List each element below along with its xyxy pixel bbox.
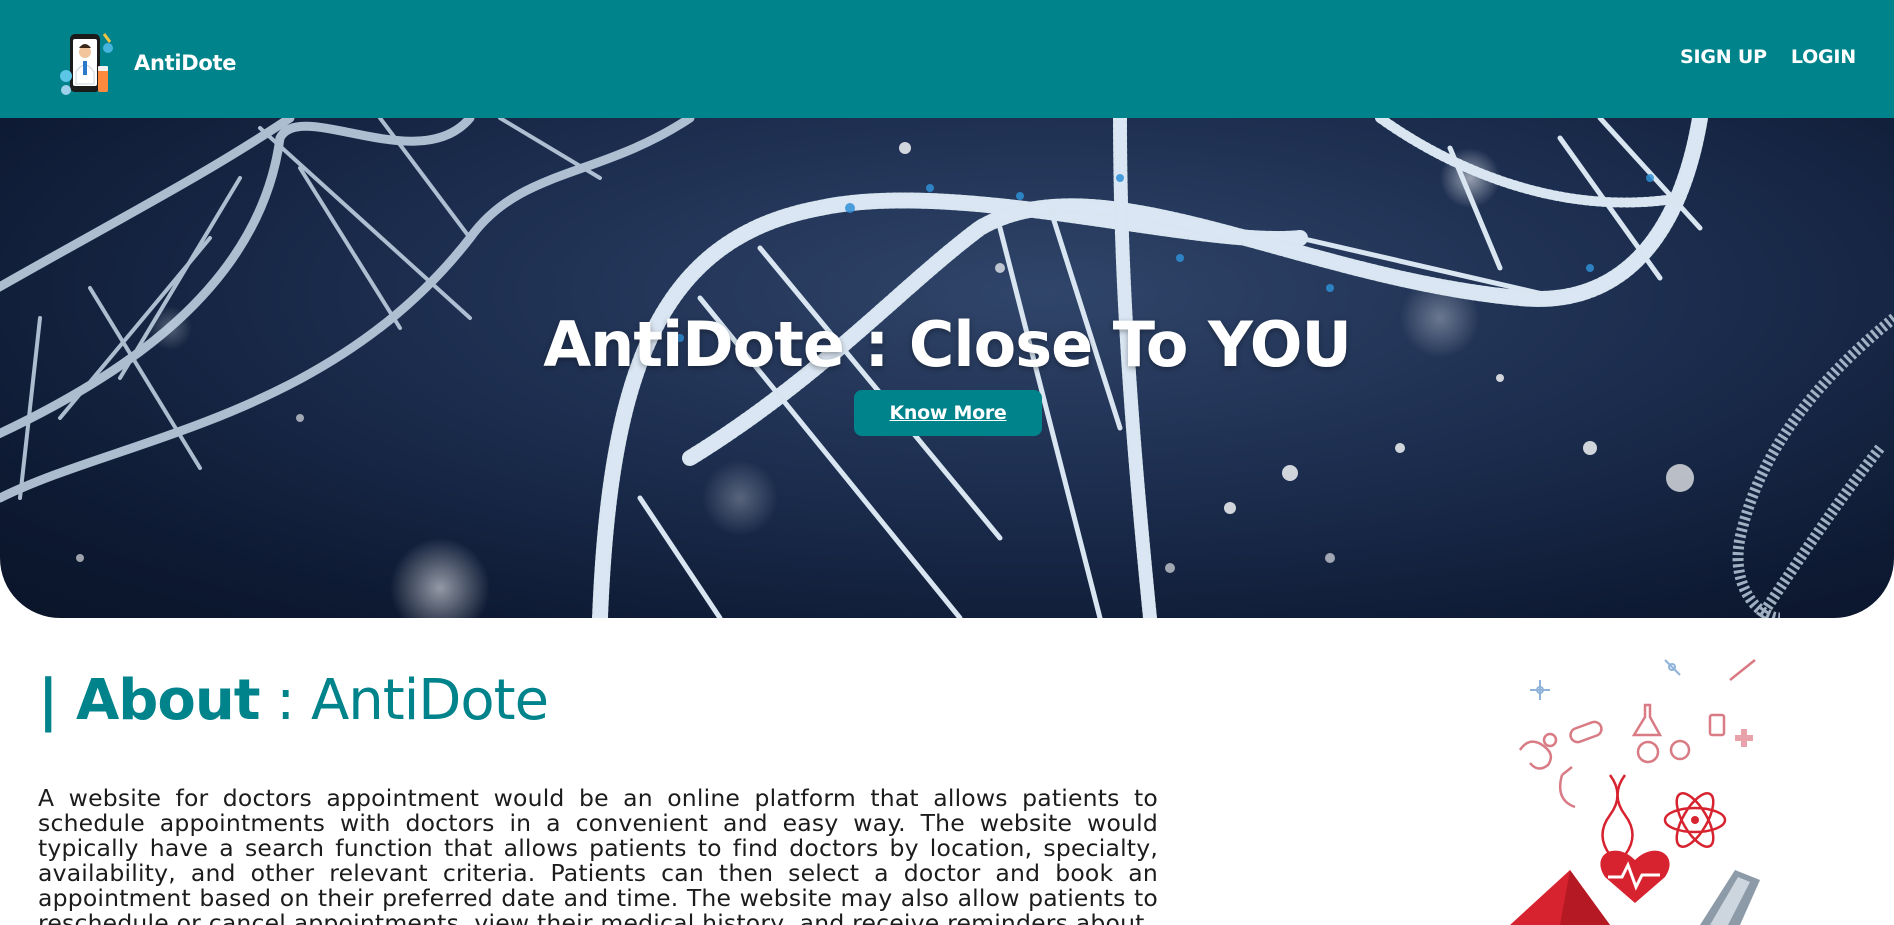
about-title-light: AntiDote	[310, 668, 549, 733]
doctor-app-logo-icon	[58, 28, 122, 98]
signup-link[interactable]: SIGN UP	[1680, 46, 1767, 68]
brand-name: AntiDote	[134, 51, 237, 75]
about-heading: | About : AntiDote	[38, 668, 549, 733]
medical-icons-illustration	[1500, 655, 1800, 925]
top-navbar: AntiDote SIGN UP LOGIN	[0, 0, 1894, 118]
hero-title: AntiDote : Close To YOU	[543, 308, 1352, 381]
about-description: A website for doctors appointment would …	[38, 784, 1158, 925]
know-more-button[interactable]: Know More	[854, 390, 1042, 436]
hero-banner: AntiDote : Close To YOU Know More	[0, 118, 1894, 618]
about-title-bold: About	[75, 668, 261, 733]
brand[interactable]: AntiDote	[58, 28, 236, 98]
about-separator: :	[259, 668, 311, 733]
main-nav: SIGN UP LOGIN	[1680, 46, 1856, 68]
login-link[interactable]: LOGIN	[1791, 46, 1856, 68]
heading-bar: |	[38, 668, 58, 733]
